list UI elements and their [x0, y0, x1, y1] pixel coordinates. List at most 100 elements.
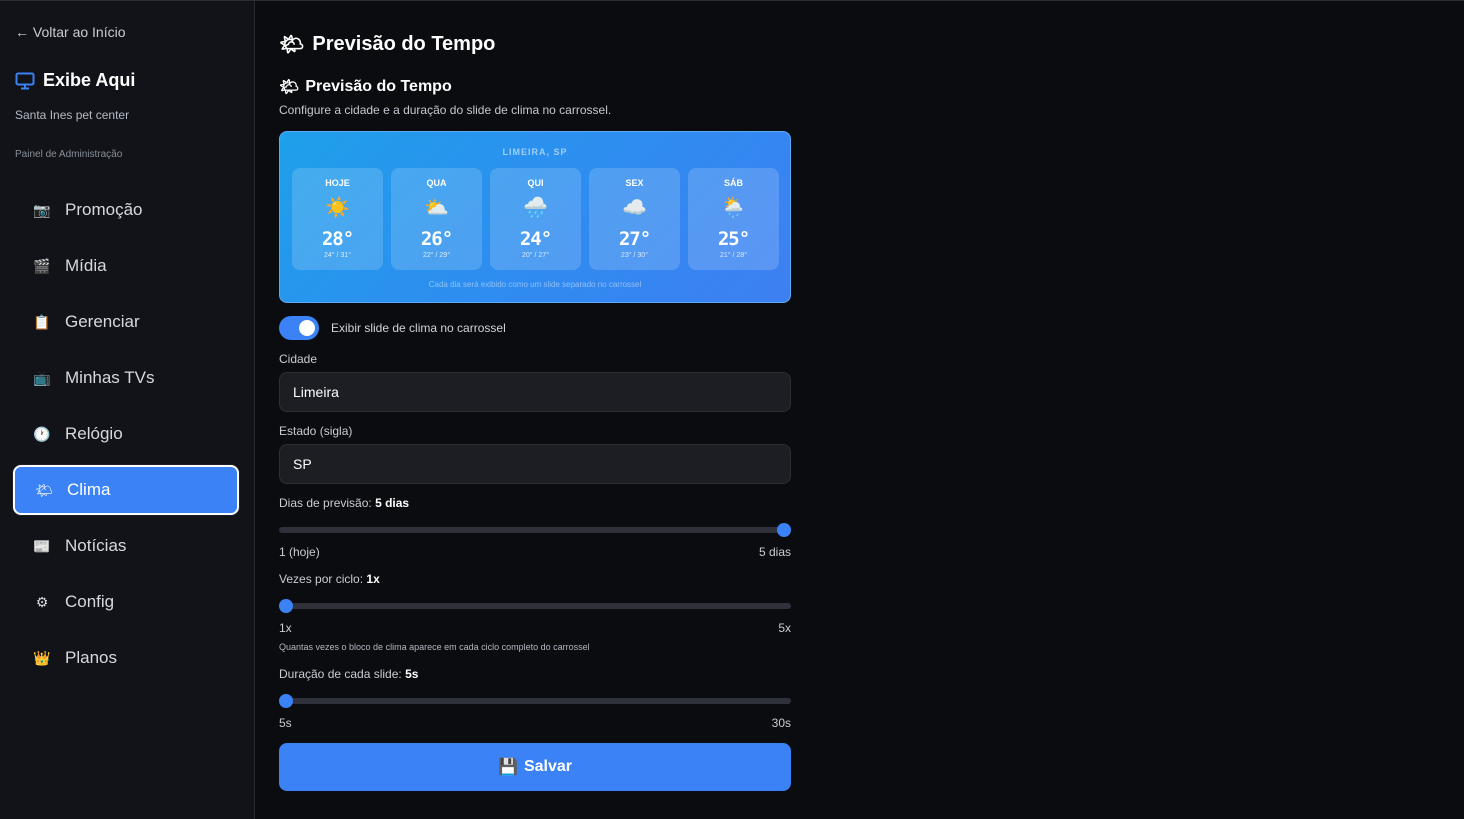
sidebar-item-midia[interactable]: 🎬 Mídia — [13, 241, 239, 291]
app: ← Voltar ao Início Exibe Aqui Santa Ines… — [0, 0, 1464, 819]
forecast-range: 22° / 29° — [422, 252, 450, 259]
sidebar-item-label: Config — [65, 592, 115, 611]
toggle-label: Exibir slide de clima no carrossel — [331, 321, 506, 335]
forecast-days-value: 5 dias — [375, 496, 410, 510]
section-title: 🌤 Previsão do Tempo — [279, 77, 452, 97]
slide-duration-min-label: 5s — [279, 716, 292, 730]
forecast-day: QUI — [527, 178, 544, 188]
times-per-cycle-label-text: Vezes por ciclo: — [279, 572, 364, 586]
main-content: 🌤 Previsão do Tempo 🌤 Previsão do Tempo … — [255, 1, 1464, 819]
city-label: Cidade — [279, 352, 318, 366]
forecast-days-slider[interactable] — [279, 521, 791, 539]
forecast-range: 21° / 28° — [719, 252, 747, 259]
weather-preview: LIMEIRA, SP HOJE ☀️ 28° 24° / 31° QUA ⛅ … — [279, 131, 791, 303]
crown-icon: 👑 — [33, 649, 51, 666]
weather-slide-toggle[interactable] — [279, 316, 319, 340]
forecast-temp: 26° — [420, 228, 453, 250]
sidebar-item-config[interactable]: ⚙ Config — [13, 577, 239, 627]
cloud-icon: ☁️ — [622, 197, 647, 219]
forecast-days-min-label: 1 (hoje) — [279, 545, 320, 559]
slide-duration-label: Duração de cada slide: 5s — [279, 667, 418, 681]
save-button[interactable]: 💾 Salvar — [279, 743, 791, 791]
slider-track — [279, 527, 791, 533]
times-per-cycle-label: Vezes por ciclo: 1x — [279, 572, 380, 586]
sun-icon: ☀️ — [325, 197, 350, 219]
sun-behind-cloud-icon: 🌤 — [279, 34, 305, 56]
slide-duration-value: 5s — [405, 667, 419, 681]
gear-icon: ⚙ — [35, 593, 49, 610]
sidebar-item-relogio[interactable]: 🕐 Relógio — [13, 409, 239, 459]
page-title: 🌤 Previsão do Tempo — [279, 32, 495, 57]
camera-icon: 📷 — [33, 201, 51, 218]
newspaper-icon: 📰 — [33, 537, 51, 554]
forecast-days-max-label: 5 dias — [758, 545, 791, 559]
sidebar-item-label: Relógio — [65, 424, 123, 443]
times-per-cycle-hint: Quantas vezes o bloco de clima aparece e… — [279, 642, 590, 652]
forecast-temp: 27° — [618, 228, 651, 250]
section-description: Configure a cidade e a duração do slide … — [279, 103, 612, 117]
toggle-knob — [299, 320, 315, 336]
forecast-card: QUA ⛅ 26° 22° / 29° — [391, 168, 482, 270]
slider-thumb[interactable] — [279, 599, 293, 613]
forecast-day: SÁB — [723, 178, 743, 188]
forecast-day: SEX — [625, 178, 644, 188]
forecast-range: 20° / 27° — [521, 252, 549, 259]
clipboard-icon: 📋 — [33, 313, 51, 330]
partly-cloudy-icon: ⛅ — [424, 197, 449, 219]
forecast-card: SÁB 🌦️ 25° 21° / 28° — [688, 168, 779, 270]
city-input[interactable] — [279, 372, 791, 412]
times-per-cycle-min-label: 1x — [279, 621, 292, 635]
state-input[interactable] — [279, 444, 791, 484]
times-per-cycle-max-label: 5x — [778, 621, 791, 635]
back-to-home-link[interactable]: ← Voltar ao Início — [15, 24, 126, 40]
sidebar-item-label: Minhas TVs — [65, 368, 155, 387]
times-per-cycle-slider[interactable] — [279, 597, 791, 615]
forecast-days-label-text: Dias de previsão: — [279, 496, 372, 510]
forecast-day: QUA — [426, 178, 447, 188]
save-button-label: Salvar — [523, 758, 572, 775]
preview-city: LIMEIRA, SP — [502, 147, 568, 157]
slide-duration-slider[interactable] — [279, 692, 791, 710]
monitor-icon — [15, 72, 35, 89]
forecast-range: 24° / 31° — [323, 252, 351, 259]
sidebar: ← Voltar ao Início Exibe Aqui Santa Ines… — [0, 1, 255, 819]
weather-slide-toggle-row: Exibir slide de clima no carrossel — [279, 316, 506, 340]
slide-duration-max-label: 30s — [771, 716, 791, 730]
sidebar-item-noticias[interactable]: 📰 Notícias — [13, 521, 239, 571]
sidebar-item-minhas-tvs[interactable]: 📺 Minhas TVs — [13, 353, 239, 403]
sidebar-item-label: Clima — [67, 480, 111, 499]
slider-thumb[interactable] — [777, 523, 791, 537]
forecast-cards: HOJE ☀️ 28° 24° / 31° QUA ⛅ 26° 22° / 29… — [292, 168, 779, 270]
clock-icon: 🕐 — [33, 425, 51, 442]
sidebar-item-gerenciar[interactable]: 📋 Gerenciar — [13, 297, 239, 347]
section-title-text: Previsão do Tempo — [305, 78, 452, 95]
forecast-temp: 24° — [519, 228, 552, 250]
sidebar-item-label: Gerenciar — [65, 312, 140, 331]
forecast-card: HOJE ☀️ 28° 24° / 31° — [292, 168, 383, 270]
sidebar-item-label: Mídia — [65, 256, 107, 275]
slide-duration-label-text: Duração de cada slide: — [279, 667, 402, 681]
floppy-disk-icon: 💾 — [498, 759, 518, 776]
forecast-day: HOJE — [325, 178, 350, 188]
page-title-text: Previsão do Tempo — [312, 33, 496, 55]
sidebar-item-promocao[interactable]: 📷 Promoção — [13, 185, 239, 235]
forecast-temp: 28° — [321, 228, 354, 250]
brand: Exibe Aqui — [15, 70, 135, 91]
sidebar-item-label: Planos — [65, 648, 117, 667]
slider-track — [279, 698, 791, 704]
state-label: Estado (sigla) — [279, 424, 353, 438]
sun-behind-cloud-icon: 🌤 — [35, 481, 53, 498]
forecast-card: QUI 🌧️ 24° 20° / 27° — [490, 168, 581, 270]
clapperboard-icon: 🎬 — [33, 257, 51, 274]
sun-rain-cloud-icon: 🌦️ — [721, 197, 746, 219]
slider-thumb[interactable] — [279, 694, 293, 708]
sidebar-item-label: Notícias — [65, 536, 127, 555]
brand-name: Exibe Aqui — [43, 70, 136, 90]
forecast-card: SEX ☁️ 27° 23° / 30° — [589, 168, 680, 270]
sidebar-item-label: Promoção — [65, 200, 143, 219]
preview-note: Cada dia será exibido como um slide sepa… — [428, 280, 642, 289]
times-per-cycle-value: 1x — [366, 572, 380, 586]
sidebar-item-planos[interactable]: 👑 Planos — [13, 633, 239, 683]
sidebar-item-clima[interactable]: 🌤 Clima — [13, 465, 239, 515]
forecast-days-label: Dias de previsão: 5 dias — [279, 496, 409, 510]
